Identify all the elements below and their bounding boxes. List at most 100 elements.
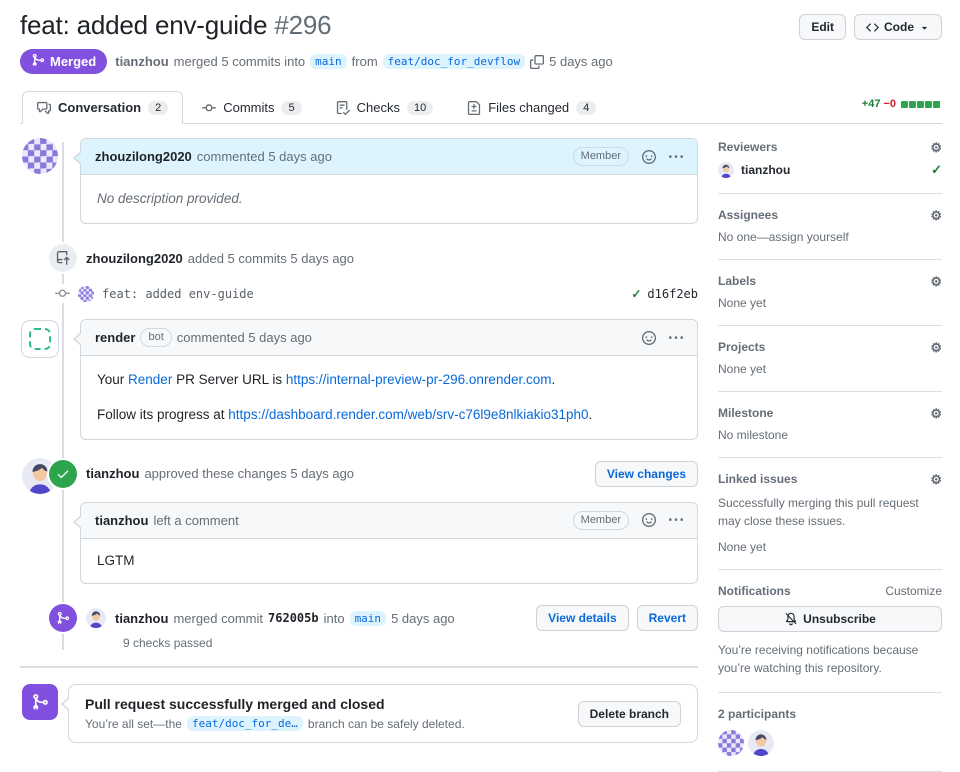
smiley-icon[interactable] (642, 513, 656, 528)
diffstat: +47 −0 (862, 98, 940, 110)
avatar-render-bot[interactable] (22, 321, 58, 358)
comment-meta: commented 5 days ago (196, 149, 332, 164)
sidebar-section-participants: 2 participants (718, 693, 942, 772)
view-details-button[interactable]: View details (536, 605, 629, 631)
gear-icon[interactable]: ⚙ (930, 209, 942, 222)
delete-branch-button[interactable]: Delete branch (577, 700, 681, 727)
participant-avatar-tianzhou[interactable] (748, 730, 774, 756)
checks-passed-link[interactable]: 9 checks passed (123, 636, 698, 650)
sidebar-section-assignees: Assignees ⚙ No one—assign yourself (718, 194, 942, 260)
merge-sha[interactable]: 762005b (268, 611, 319, 625)
notifications-caption: You’re receiving notifications because y… (718, 643, 919, 675)
additions: +47 (861, 98, 881, 110)
bot-comment: render bot commented 5 days ago Your Ren… (20, 319, 698, 440)
gear-icon[interactable]: ⚙ (930, 341, 942, 354)
milestone-empty: No milestone (718, 428, 789, 442)
linked-issues-caption: Successfully merging this pull request m… (718, 496, 919, 528)
kebab-menu-icon[interactable] (669, 150, 683, 164)
commit-author-avatar[interactable] (78, 285, 94, 302)
member-badge: Member (572, 147, 629, 166)
render-link[interactable]: Render (128, 372, 172, 387)
tab-commits[interactable]: Commits 5 (187, 91, 316, 124)
pull-request-page: feat: added env-guide #296 Edit Code Mer… (0, 0, 960, 772)
sidebar-section-milestone: Milestone ⚙ No milestone (718, 392, 942, 458)
avatar-zhouzilong2020[interactable] (22, 138, 58, 174)
merge-author[interactable]: tianzhou (115, 54, 168, 69)
commit-icon (202, 101, 217, 115)
edit-button[interactable]: Edit (799, 14, 846, 40)
merged-state-badge: Merged (20, 49, 108, 74)
pr-number: #296 (274, 10, 332, 40)
review-body: LGTM (97, 552, 135, 568)
timeline: zhouzilong2020 commented 5 days ago Memb… (20, 138, 698, 650)
kebab-menu-icon[interactable] (669, 513, 683, 527)
checks-count: 10 (406, 100, 434, 115)
checklist-icon (336, 100, 350, 115)
commits-count: 5 (281, 100, 302, 115)
sidebar-section-labels: Labels ⚙ None yet (718, 260, 942, 326)
sidebar-section-reviewers: Reviewers ⚙ tianzhou ✓ (718, 138, 942, 194)
comment-author[interactable]: zhouzilong2020 (95, 149, 192, 164)
smiley-icon[interactable] (642, 330, 656, 345)
merge-event: tianzhou merged commit 762005b into main… (20, 602, 698, 634)
git-merge-icon (31, 53, 45, 70)
gear-icon[interactable]: ⚙ (930, 407, 942, 420)
pr-title-text: feat: added env-guide (20, 10, 268, 40)
tab-files-changed[interactable]: Files changed 4 (452, 91, 611, 124)
smiley-icon[interactable] (642, 149, 656, 164)
timeline-divider (20, 666, 698, 668)
tab-checks[interactable]: Checks 10 (321, 91, 449, 124)
approval-author[interactable]: tianzhou (86, 466, 139, 481)
unsubscribe-button[interactable]: Unsubscribe (718, 606, 942, 632)
push-author[interactable]: zhouzilong2020 (86, 251, 183, 266)
conversation-count: 2 (148, 100, 169, 115)
kebab-menu-icon[interactable] (669, 331, 683, 345)
sidebar-section-linked-issues: Linked issues ⚙ Successfully merging this… (718, 458, 942, 570)
code-dropdown-button[interactable]: Code (854, 14, 942, 40)
view-changes-button[interactable]: View changes (594, 460, 698, 487)
tab-conversation[interactable]: Conversation 2 (22, 91, 184, 124)
head-branch-label[interactable]: feat/doc_for_devflow (382, 54, 526, 69)
review-meta: left a comment (153, 512, 239, 528)
code-icon (866, 21, 879, 34)
git-merge-icon (49, 604, 77, 632)
commit-message[interactable]: feat: added env-guide (102, 287, 254, 301)
gear-icon[interactable]: ⚙ (930, 141, 942, 154)
files-changed-count: 4 (576, 100, 597, 115)
push-event: zhouzilong2020 added 5 commits 5 days ag… (20, 242, 698, 274)
commit-check-icon[interactable]: ✓ (631, 287, 641, 301)
gear-icon[interactable]: ⚙ (930, 473, 942, 486)
participant-avatar-zhouzilong2020[interactable] (718, 730, 744, 756)
linked-issues-empty: None yet (718, 540, 767, 554)
commit-sha-link[interactable]: d16f2eb (647, 287, 698, 301)
sidebar-section-projects: Projects ⚙ None yet (718, 326, 942, 392)
conversation-column: zhouzilong2020 commented 5 days ago Memb… (20, 138, 698, 772)
merge-branch-label[interactable]: main (349, 610, 387, 626)
assignees-empty[interactable]: No one—assign yourself (718, 230, 942, 244)
avatar-tianzhou-small[interactable] (86, 608, 106, 628)
revert-button[interactable]: Revert (636, 605, 698, 631)
gear-icon[interactable]: ⚙ (930, 275, 942, 288)
bot-author[interactable]: render (95, 330, 135, 345)
preview-url-link[interactable]: https://internal-preview-pr-296.onrender… (286, 372, 552, 387)
avatar-tianzhou-tiny (718, 162, 734, 178)
file-diff-icon (467, 100, 481, 115)
dashboard-url-link[interactable]: https://dashboard.render.com/web/srv-c76… (228, 407, 588, 422)
merged-summary: tianzhou merged 5 commits into main from… (115, 54, 613, 69)
deleted-branch-label: feat/doc_for_de… (186, 716, 303, 731)
review-approval: tianzhou approved these changes 5 days a… (20, 457, 698, 584)
customize-link[interactable]: Customize (885, 584, 942, 598)
base-branch-label[interactable]: main (310, 54, 347, 69)
reviewer-row[interactable]: tianzhou ✓ (718, 162, 942, 178)
copy-branch-icon[interactable] (530, 54, 545, 69)
merged-banner-text: Pull request successfully merged and clo… (85, 696, 465, 731)
header-actions: Edit Code (799, 14, 942, 40)
bot-meta: commented 5 days ago (176, 330, 312, 346)
review-author[interactable]: tianzhou (95, 513, 148, 528)
projects-empty: None yet (718, 362, 767, 376)
sidebar: Reviewers ⚙ tianzhou ✓ Assignees ⚙ No one—… (718, 138, 942, 772)
labels-empty: None yet (718, 296, 767, 310)
merge-author[interactable]: tianzhou (115, 611, 168, 626)
reviewer-name: tianzhou (741, 163, 791, 177)
pr-status-line: Merged tianzhou merged 5 commits into ma… (20, 49, 942, 74)
